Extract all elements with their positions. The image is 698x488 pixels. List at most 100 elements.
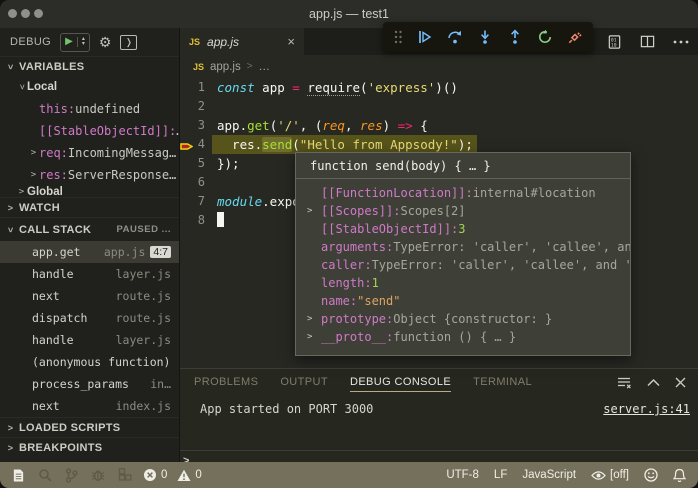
breadcrumb-more[interactable]: … [259,61,271,73]
panel-tab-problems[interactable]: PROBLEMS [194,372,258,392]
js-file-icon: JS [193,61,205,72]
line-number[interactable]: 6 [180,173,212,192]
feedback-smiley-icon[interactable] [644,468,658,482]
call-stack-frame[interactable]: (anonymous function) [0,351,179,373]
debug-console-toggle-icon[interactable]: ❭ [120,34,138,50]
variable-res[interactable]: > res: ServerResponse… [0,164,179,186]
breadcrumb-file[interactable]: app.js [210,61,241,73]
variables-section-header[interactable]: > VARIABLES [0,56,179,76]
breakpoints-section-header[interactable]: > BREAKPOINTS [0,437,179,457]
problems-indicator[interactable]: 0 0 [143,468,202,482]
code-text: app.get('/', (req, res) => { [217,118,428,133]
breadcrumb[interactable]: JS app.js > … [180,55,698,78]
panel-tab-debug-console[interactable]: DEBUG CONSOLE [349,372,452,392]
continue-icon[interactable] [417,29,433,45]
line-number[interactable]: 5 [180,154,212,173]
line-number[interactable]: 7 [180,192,212,211]
editor-actions: 01 10 [598,28,698,55]
close-tab-icon[interactable]: × [287,34,295,49]
breadcrumb-separator: > [246,61,253,72]
call-stack-frame[interactable]: handle layer.js [0,263,179,285]
tab-app-js[interactable]: JS app.js × [180,28,304,55]
frame-name: handle [32,333,74,347]
minimize-window-button[interactable] [21,9,30,18]
configure-gear-icon[interactable]: ⚙ [99,34,112,51]
hover-property-row: caller: TypeError: 'caller', 'callee', a… [296,256,630,274]
panel-tab-output[interactable]: OUTPUT [280,372,328,392]
zoom-window-button[interactable] [34,9,43,18]
chevron-icon [307,292,321,310]
code-line-1[interactable]: 1 const app = require('express')() [180,78,698,97]
debug-toolbar [383,22,593,52]
variable-name: req: [39,146,68,160]
eol-indicator[interactable]: LF [494,469,507,481]
paused-status: PAUSED ... [116,224,171,235]
call-stack-frame[interactable]: process_params in… [0,373,179,395]
debug-icon[interactable] [91,468,105,482]
clear-console-icon[interactable] [616,375,632,390]
call-stack-section-header[interactable]: > CALL STACK PAUSED ... [0,217,179,241]
extensions-icon[interactable] [118,468,132,482]
call-stack-frame[interactable]: handle layer.js [0,329,179,351]
encoding-indicator[interactable]: UTF-8 [446,469,479,481]
language-indicator[interactable]: JavaScript [522,469,576,481]
hover-property-row: [[FunctionLocation]]: internal#location [296,184,630,202]
call-stack-frame[interactable]: app.get app.js 4:7 [0,241,179,263]
notifications-bell-icon[interactable] [673,468,686,483]
hover-property-row[interactable]: > prototype: Object {constructor: } [296,310,630,328]
eye-off-indicator[interactable]: [off] [591,469,629,481]
hover-properties: [[FunctionLocation]]: internal#location >… [296,179,630,346]
line-number[interactable]: 4 [180,135,212,154]
property-name: arguments: [321,240,394,254]
source-link[interactable]: server.js:41 [603,402,690,416]
line-number[interactable]: 1 [180,78,212,97]
start-debug-icon[interactable]: ▶ [65,37,73,47]
chevron-icon: > [5,63,16,70]
close-panel-icon[interactable] [675,377,686,388]
maximize-panel-icon[interactable] [647,378,660,387]
property-value: "send" [357,294,401,308]
debug-hover-tooltip: function send(body) { … } [[FunctionLoca… [295,152,631,356]
line-number[interactable]: 3 [180,116,212,135]
hover-property-row[interactable]: > __proto__: function () { … } [296,328,630,346]
scope-global[interactable]: > Global [0,186,179,197]
binary-file-icon[interactable]: 01 10 [607,34,622,50]
call-stack-frame[interactable]: next route.js [0,285,179,307]
scope-label: Global [27,186,63,197]
step-over-icon[interactable] [447,29,463,45]
js-file-icon: JS [189,36,201,47]
source-control-icon[interactable] [65,467,78,483]
code-line-3[interactable]: 3 app.get('/', (req, res) => { [180,116,698,135]
variable-stableobjectid[interactable]: [[StableObjectId]]:… [0,120,179,142]
line-number[interactable]: 8 [180,211,212,230]
panel-tab-terminal[interactable]: TERMINAL [473,372,532,392]
launch-config-dropdown[interactable]: ▶ ▴ ▾ [60,32,90,52]
panel-actions [616,375,698,390]
hover-property-row[interactable]: > [[Scopes]]: Scopes[2] [296,202,630,220]
call-stack-frame[interactable]: next index.js [0,395,179,417]
more-actions-icon[interactable] [673,40,689,44]
traffic-lights [8,9,43,18]
watch-section-header[interactable]: > WATCH [0,197,179,217]
status-bar-left [0,467,132,483]
restart-icon[interactable] [537,29,553,45]
code-line-2[interactable]: 2 [180,97,698,116]
file-icon[interactable] [12,468,25,483]
search-icon[interactable] [38,468,52,482]
scope-local[interactable]: > Local [0,76,179,98]
scope-label: Local [27,81,58,93]
variable-req[interactable]: > req: IncomingMessag… [0,142,179,164]
step-into-icon[interactable] [477,29,493,45]
close-window-button[interactable] [8,9,17,18]
chevron-icon [307,220,321,238]
loaded-scripts-section-header[interactable]: > LOADED SCRIPTS [0,417,179,437]
disconnect-icon[interactable] [567,29,583,45]
debug-sidebar-toolbar: DEBUG ▶ ▴ ▾ ⚙ ❭ [0,28,179,56]
variable-this[interactable]: this: undefined [0,98,179,120]
split-editor-icon[interactable] [640,34,655,49]
line-number[interactable]: 2 [180,97,212,116]
call-stack-frame[interactable]: dispatch route.js [0,307,179,329]
step-out-icon[interactable] [507,29,523,45]
debug-label: DEBUG [10,36,52,48]
